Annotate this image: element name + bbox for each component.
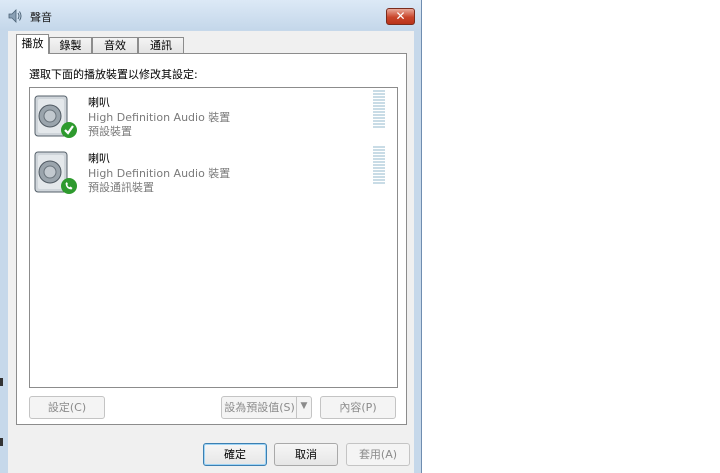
device-status: 預設通訊裝置 (88, 181, 154, 194)
close-icon: ✕ (395, 9, 406, 23)
volume-meter (373, 146, 385, 184)
tab-recording[interactable]: 錄製 (49, 37, 92, 54)
volume-meter (373, 90, 385, 128)
dropdown-arrow-icon[interactable]: ▼ (296, 397, 311, 418)
set-default-button[interactable]: 設為預設值(S) ▼ (221, 396, 312, 419)
ok-button[interactable]: 確定 (203, 443, 267, 466)
properties-button[interactable]: 內容(P) (320, 396, 396, 419)
edge-artifact (0, 438, 3, 446)
panel-instruction: 選取下面的播放裝置以修改其設定: (29, 68, 198, 81)
tab-sounds[interactable]: 音效 (92, 37, 138, 54)
set-default-label: 設為預設值(S) (224, 401, 295, 414)
device-speakers-default[interactable]: 喇叭 High Definition Audio 裝置 預設裝置 (30, 88, 397, 142)
cancel-button[interactable]: 取消 (274, 443, 338, 466)
close-button[interactable]: ✕ (386, 8, 415, 25)
title-bar[interactable]: 聲音 ✕ (0, 0, 421, 30)
speaker-device-icon (34, 95, 77, 138)
speaker-icon (8, 9, 22, 23)
green-phone-icon (61, 178, 77, 194)
dialog-client: 播放 錄製 音效 通訊 選取下面的播放裝置以修改其設定: 喇叭 High Def… (8, 31, 414, 473)
tab-playback[interactable]: 播放 (16, 34, 49, 54)
apply-button[interactable]: 套用(A) (346, 443, 410, 466)
sound-dialog: 聲音 ✕ 播放 錄製 音效 通訊 選取下面的播放裝置以修改其設定: 喇叭 Hig… (0, 0, 422, 473)
window-title: 聲音 (30, 11, 52, 24)
device-speakers-communication[interactable]: 喇叭 High Definition Audio 裝置 預設通訊裝置 (30, 144, 397, 198)
device-list[interactable]: 喇叭 High Definition Audio 裝置 預設裝置 喇叭 High… (29, 87, 398, 388)
tab-communications[interactable]: 通訊 (138, 37, 184, 54)
playback-panel: 選取下面的播放裝置以修改其設定: 喇叭 High Definition Audi… (16, 53, 407, 425)
device-name: 喇叭 (88, 152, 110, 165)
configure-button[interactable]: 設定(C) (29, 396, 105, 419)
edge-artifact (0, 378, 3, 386)
device-name: 喇叭 (88, 96, 110, 109)
speaker-device-icon (34, 151, 77, 194)
device-status: 預設裝置 (88, 125, 132, 138)
